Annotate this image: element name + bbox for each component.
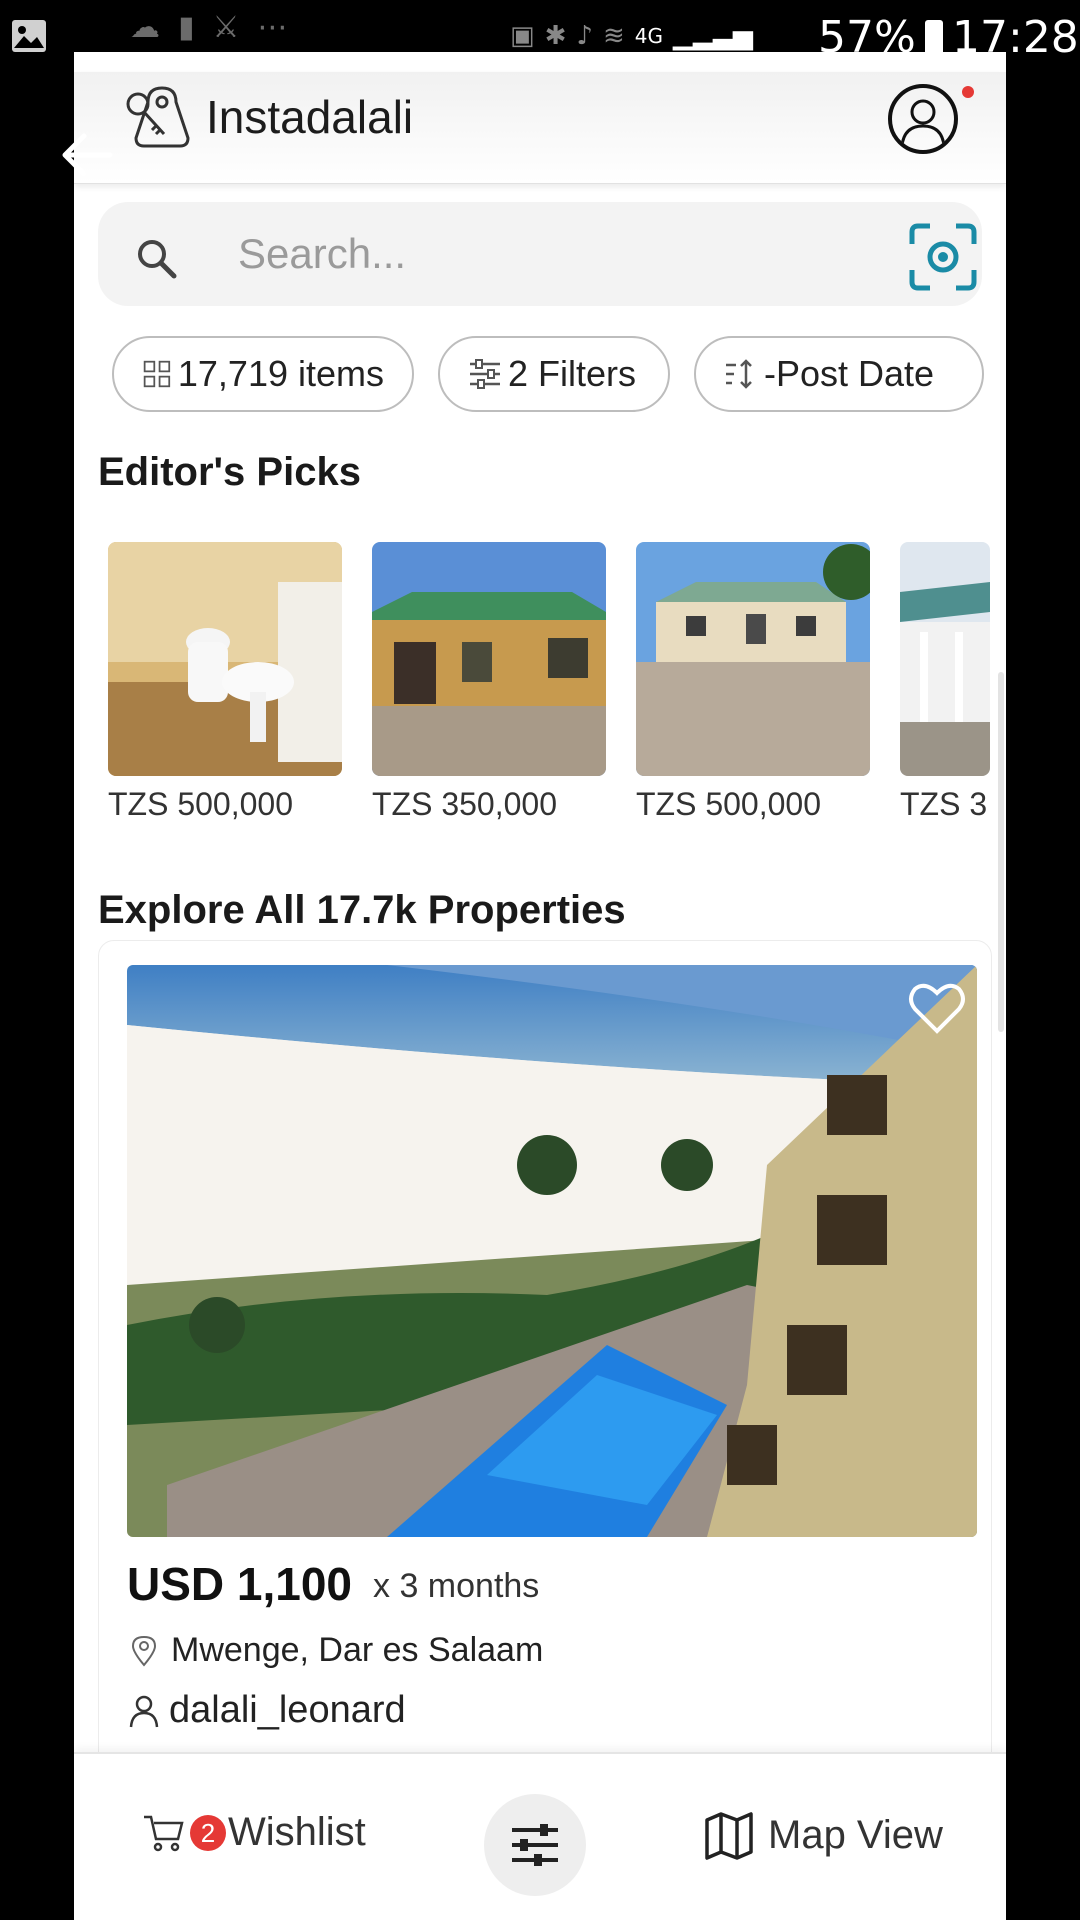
lock-icon: ▣ [510, 21, 535, 51]
person-icon [900, 99, 946, 147]
heart-icon[interactable] [907, 981, 967, 1035]
pick-image [900, 542, 990, 776]
scrollbar[interactable] [998, 672, 1004, 1032]
bottom-bar: 2 Wishlist Map View [74, 1752, 1006, 1920]
location-text: Mwenge, Dar es Salaam [171, 1631, 544, 1669]
pick-image [636, 542, 870, 776]
signal-icon: ▁▂▃▅ [673, 21, 753, 51]
frame-left [0, 78, 74, 1920]
frame-right [1006, 78, 1080, 1920]
items-count-label: 17,719 items [177, 353, 384, 394]
pick-price: TZS 3 [900, 786, 988, 822]
location-pin-icon [131, 1635, 157, 1667]
property-agent[interactable]: dalali_leonard [127, 1689, 406, 1732]
property-image [127, 965, 977, 1537]
search-icon [138, 240, 177, 279]
back-arrow-icon[interactable] [58, 130, 114, 180]
gallery-icon [12, 20, 46, 52]
app-screen: Instadalali Search... 17,719 items 2 Fil… [74, 52, 1006, 1920]
notification-dot [962, 86, 974, 98]
image-search-icon[interactable] [908, 222, 978, 292]
editors-picks-title: Editor's Picks [98, 450, 361, 494]
pick-image [372, 542, 606, 776]
filters-chip[interactable]: 2 Filters [438, 336, 670, 412]
search-input[interactable] [238, 222, 818, 286]
map-view-button[interactable]: Map View [704, 1810, 943, 1860]
pick-card[interactable]: TZS 500,000 [636, 542, 870, 823]
bluetooth-icon: ✱ [544, 21, 567, 51]
sort-label: -Post Date [764, 353, 935, 394]
keys-logo-icon [126, 86, 190, 148]
sliders-icon [512, 1824, 558, 1866]
property-price: USD 1,100 [127, 1558, 353, 1610]
pick-price: TZS 350,000 [372, 786, 557, 822]
filter-button[interactable] [484, 1794, 586, 1896]
sort-icon [726, 359, 752, 389]
rent-period: x 3 months [373, 1567, 540, 1605]
app-title: Instadalali [206, 91, 414, 143]
cart-icon [144, 1815, 184, 1851]
wishlist-count-badge: 2 [190, 1814, 226, 1851]
mute-icon: ♪ [576, 21, 593, 51]
pick-card[interactable]: TZS 500,000 [108, 542, 342, 823]
agent-name: dalali_leonard [169, 1689, 406, 1731]
map-view-label: Map View [768, 1812, 943, 1857]
pick-price: TZS 500,000 [108, 786, 293, 822]
wishlist-label: Wishlist [228, 1810, 366, 1854]
pick-image [108, 542, 342, 776]
sliders-icon [470, 359, 500, 389]
pick-card[interactable]: TZS 350,000 [372, 542, 606, 823]
filter-chips: 17,719 items 2 Filters -Post Date [112, 336, 1006, 416]
app-header: Instadalali [74, 72, 1006, 184]
sort-chip[interactable]: -Post Date [694, 336, 984, 412]
network-type: 4G [634, 24, 663, 48]
items-count-chip[interactable]: 17,719 items [112, 336, 414, 412]
wifi-icon: ≋ [602, 21, 625, 51]
user-icon [129, 1695, 159, 1727]
pick-card[interactable]: TZS 3 [900, 542, 990, 823]
grid-icon [143, 360, 171, 388]
map-icon [705, 1812, 753, 1860]
notification-icons: ☁▮⚔⋯ [130, 10, 306, 45]
property-card[interactable]: USD 1,100 x 3 months Mwenge, Dar es Sala… [98, 940, 992, 1840]
search-bar[interactable] [98, 202, 982, 306]
filters-label: 2 Filters [508, 353, 637, 394]
pick-price: TZS 500,000 [636, 786, 821, 822]
profile-avatar[interactable] [888, 84, 958, 154]
property-location: Mwenge, Dar es Salaam [127, 1631, 543, 1670]
explore-title: Explore All 17.7k Properties [98, 888, 626, 932]
wishlist-button[interactable]: 2 Wishlist [142, 1810, 366, 1855]
